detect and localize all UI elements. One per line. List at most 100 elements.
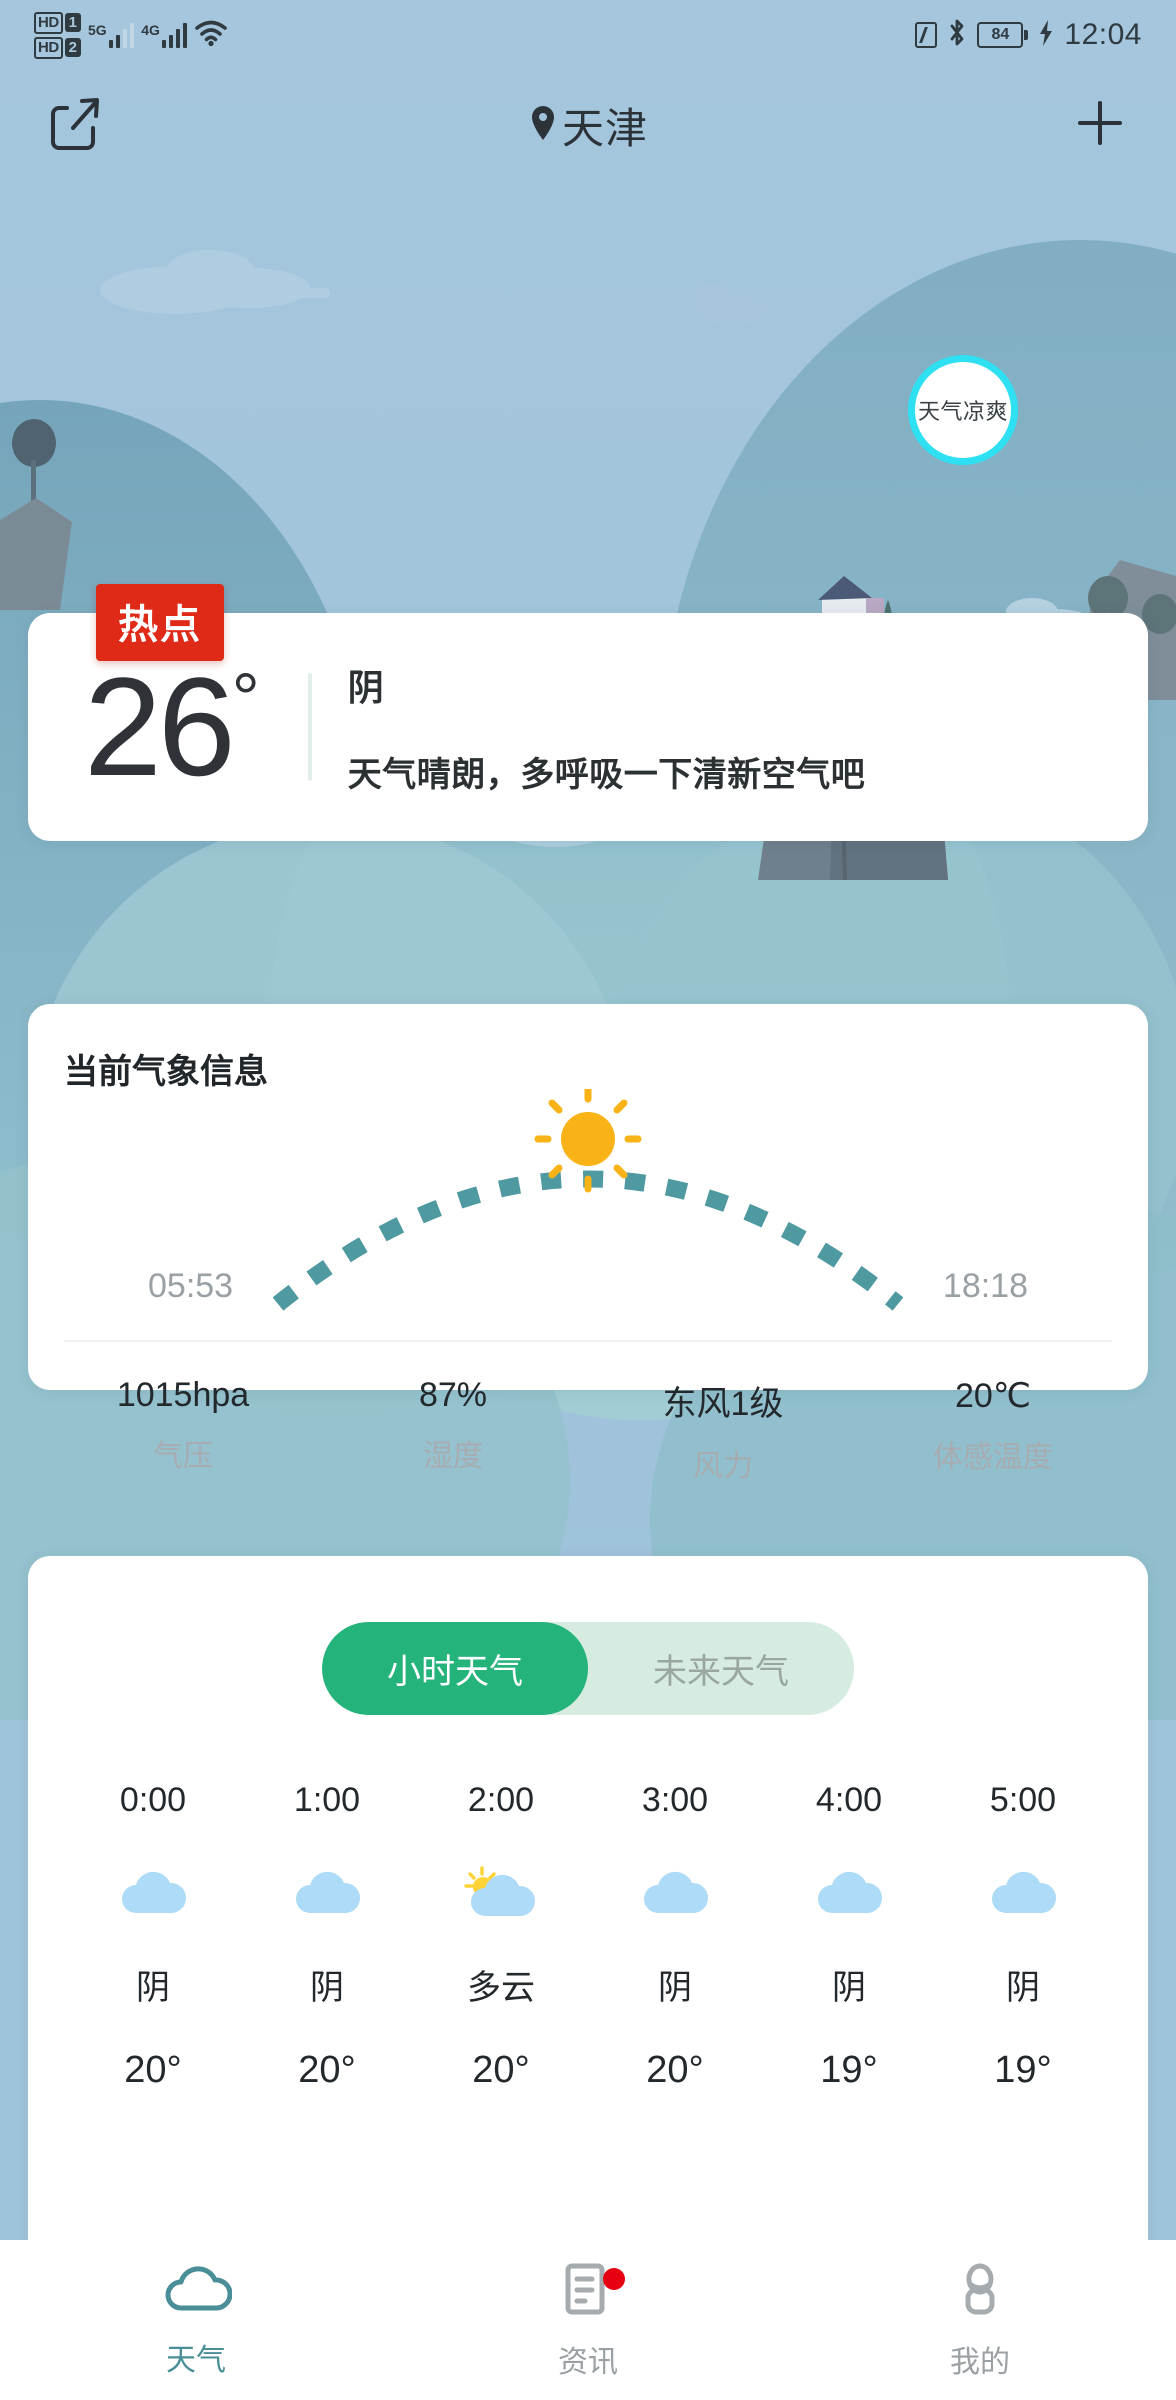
cloud-icon [116,1856,190,1932]
clock-time: 12:04 [1064,18,1142,51]
hour-time: 1:00 [293,1781,361,1819]
status-bar-right: 84 12:04 [915,18,1142,53]
hour-condition: 多云 [467,1969,535,2007]
metric-value: 87% [418,1376,488,1414]
cloud-icon [812,1856,886,1932]
sim1-network-label: 5G [88,22,107,38]
bluetooth-icon [947,18,967,53]
hd1-label: HD [34,11,63,34]
hour-item[interactable]: 5:00 阴 19° [936,1781,1110,2092]
meteo-metrics: 1015hpa 气压 87% 湿度 东风1级 风力 20℃ 体感温度 [28,1342,1148,1485]
weather-app-screen: HD 1 HD 2 5G 4G 84 12:04 天津 热点 天气凉爽 26 °… [0,0,1176,2400]
hour-time: 3:00 [641,1781,709,1819]
wifi-icon [194,19,228,52]
app-bar: 天津 [0,70,1176,180]
hour-item[interactable]: 3:00 阴 20° [588,1781,762,2092]
sim2-network-label: 4G [141,22,160,38]
metric-humidity: 87% 湿度 [318,1376,588,1485]
hour-condition: 阴 [310,1969,344,2007]
metric-value: 东风1级 [662,1385,784,1423]
hot-badge: 热点 [96,584,224,661]
hd-indicators: HD 1 HD 2 [34,11,82,59]
forecast-card: 小时天气 未来天气 0:00 阴 20° 1:00 阴 20° 2:00 多云 … [28,1556,1148,2316]
hd2-number: 2 [64,38,82,57]
hour-condition: 阴 [658,1969,692,2007]
metric-value: 1015hpa [116,1376,250,1414]
metric-label: 体感温度 [933,1441,1053,1474]
city-name: 天津 [561,104,648,152]
hour-temperature: 20° [472,2049,530,2091]
cloud-icon [986,1856,1060,1932]
plus-icon [1074,97,1126,154]
hd1-number: 1 [64,13,82,32]
location-title[interactable]: 天津 [528,95,648,156]
metric-feels-like: 20℃ 体感温度 [858,1376,1128,1485]
sim2-signal: 4G [141,22,188,48]
forecast-tab-group: 小时天气 未来天气 [322,1622,854,1715]
news-badge-dot [603,2268,625,2290]
weather-mood-badge[interactable]: 天气凉爽 [908,355,1018,465]
metric-label: 气压 [153,1440,213,1473]
hourly-list[interactable]: 0:00 阴 20° 1:00 阴 20° 2:00 多云 20° 3:00 阴… [28,1781,1148,2092]
battery-icon: 84 [977,22,1029,48]
hour-time: 0:00 [119,1781,187,1819]
hour-time: 2:00 [467,1781,535,1819]
share-button[interactable] [40,89,112,161]
nav-label: 资讯 [558,2345,618,2379]
hour-temperature: 20° [124,2049,182,2091]
vertical-divider [307,673,312,781]
hour-item[interactable]: 0:00 阴 20° [66,1781,240,2092]
hour-condition: 阴 [136,1969,170,2007]
share-icon [49,94,103,157]
charging-bolt-icon [1038,19,1054,52]
add-city-button[interactable] [1064,89,1136,161]
battery-level: 84 [977,22,1024,48]
sim1-signal: 5G [88,22,135,48]
sun-cloud-icon [461,1856,541,1932]
status-bar: HD 1 HD 2 5G 4G 84 12:04 [0,0,1176,70]
status-bar-left: HD 1 HD 2 5G 4G [34,11,228,59]
hd2-indicator: HD 2 [34,36,82,59]
hour-item[interactable]: 2:00 多云 20° [414,1781,588,2092]
location-pin-icon [528,103,558,148]
person-icon [952,2260,1008,2323]
hour-item[interactable]: 1:00 阴 20° [240,1781,414,2092]
hour-time: 5:00 [989,1781,1057,1819]
hour-time: 4:00 [815,1781,883,1819]
hour-item[interactable]: 4:00 阴 19° [762,1781,936,2092]
metric-label: 风力 [693,1450,753,1483]
tab-hourly-weather[interactable]: 小时天气 [322,1622,588,1715]
hour-temperature: 19° [820,2049,878,2091]
current-temperature-value: 26 [84,648,236,805]
sun-path-arc [28,1089,1148,1311]
cloud-icon [638,1856,712,1932]
hour-condition: 阴 [832,1969,866,2007]
current-meteo-card: 当前气象信息 05:53 18:18 1015hpa 气压 87% 湿度 东风1… [28,1004,1148,1483]
hour-condition: 阴 [1006,1969,1040,2007]
meteo-card-title: 当前气象信息 [64,1053,268,1091]
nfc-icon [915,22,938,48]
signal-bars-icon [161,22,188,48]
bottom-navigation-bar: 天气 资讯 我的 [0,2240,1176,2400]
metric-value: 20℃ [954,1377,1031,1415]
current-temperature: 26 ° [84,657,260,797]
nav-item-news[interactable]: 资讯 [392,2240,784,2400]
nav-label: 我的 [950,2345,1010,2379]
signal-bars-icon [108,22,135,48]
metric-pressure: 1015hpa 气压 [48,1376,318,1485]
degree-symbol: ° [231,659,260,737]
hd1-indicator: HD 1 [34,11,82,34]
nav-label: 天气 [166,2343,226,2377]
hour-temperature: 19° [994,2049,1052,2091]
nav-item-weather[interactable]: 天气 [0,2240,392,2400]
current-tip: 天气晴朗，多呼吸一下清新空气吧 [347,755,866,794]
cloud-icon [290,1856,364,1932]
cloud-outline-icon [160,2262,233,2321]
current-condition: 阴 [347,666,384,708]
metric-label: 湿度 [423,1440,483,1473]
hd2-label: HD [34,36,63,59]
metric-wind: 东风1级 风力 [588,1376,858,1485]
hour-temperature: 20° [298,2049,356,2091]
nav-item-profile[interactable]: 我的 [784,2240,1176,2400]
tab-future-weather[interactable]: 未来天气 [588,1622,854,1715]
